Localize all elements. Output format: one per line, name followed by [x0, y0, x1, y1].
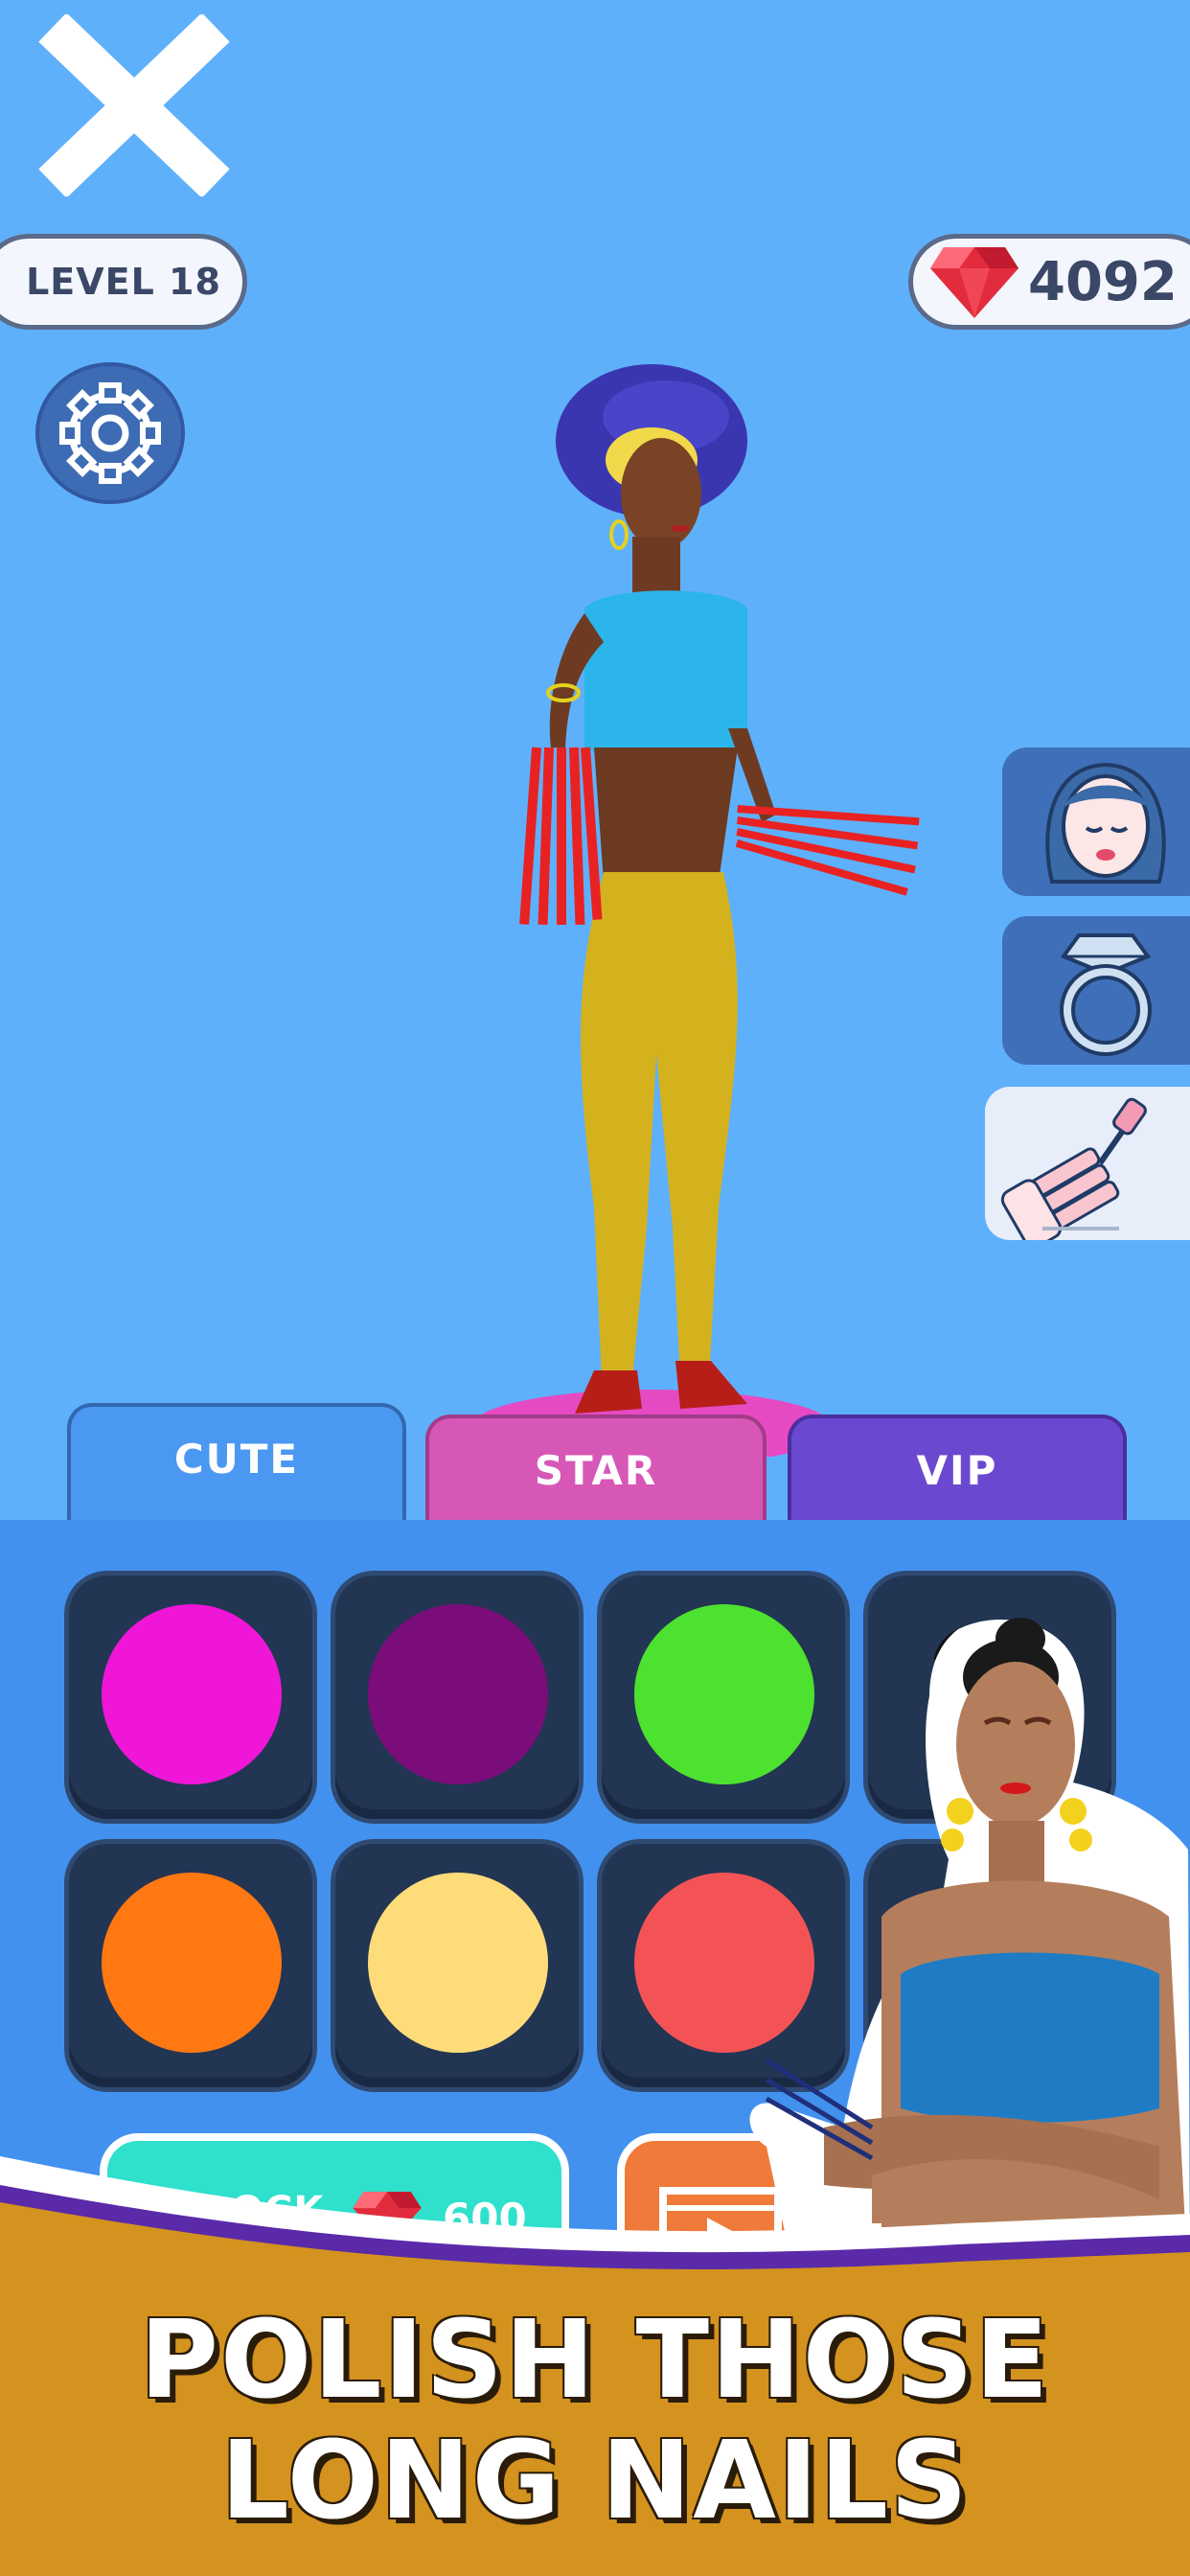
jewelry-category-button[interactable]: [1002, 916, 1190, 1065]
promo-banner-text: POLISH THOSE LONG NAILS: [0, 2300, 1190, 2542]
color-swatch[interactable]: [69, 1844, 312, 2087]
color-dot: [102, 1873, 282, 2053]
nail-category-button[interactable]: [985, 1087, 1190, 1240]
gem-icon: [930, 247, 1018, 318]
settings-gear-icon[interactable]: [34, 362, 186, 504]
color-dot: [102, 1604, 282, 1784]
face-category-button[interactable]: [1002, 748, 1190, 896]
tab-star[interactable]: STAR: [425, 1414, 767, 1530]
tab-vip-label: VIP: [916, 1447, 998, 1494]
level-label: LEVEL 18: [26, 261, 221, 303]
game-screen: LEVEL 18 4092 STAR VIP CUTE 600 POLISH T…: [0, 0, 1190, 2576]
face-icon: [1045, 762, 1166, 884]
color-swatch[interactable]: [335, 1576, 579, 1819]
tab-vip[interactable]: VIP: [788, 1414, 1127, 1530]
color-dot: [368, 1604, 548, 1784]
gems-counter: 4092: [908, 234, 1190, 330]
gems-value: 4092: [1028, 250, 1178, 313]
player-character[interactable]: [460, 364, 958, 1457]
color-swatch[interactable]: [69, 1576, 312, 1819]
banner-line-1: POLISH THOSE: [139, 2298, 1051, 2423]
level-indicator: LEVEL 18: [0, 234, 247, 330]
tab-star-label: STAR: [534, 1447, 658, 1494]
tab-cute[interactable]: CUTE: [67, 1403, 406, 1528]
color-dot: [368, 1873, 548, 2053]
nail-polish-icon: [1000, 1097, 1147, 1240]
close-icon[interactable]: [38, 14, 230, 196]
banner-line-2: LONG NAILS: [220, 2419, 970, 2543]
color-swatch[interactable]: [335, 1844, 579, 2087]
tab-cute-label: CUTE: [173, 1436, 300, 1483]
ring-icon: [1060, 933, 1152, 1056]
